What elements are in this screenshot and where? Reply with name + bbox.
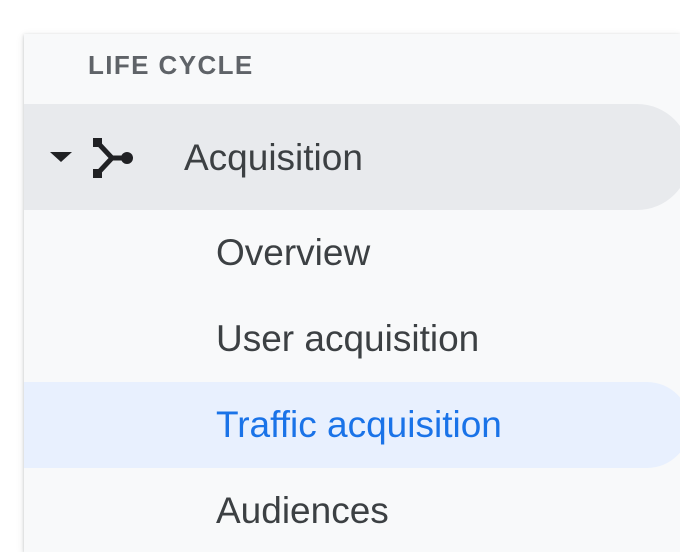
nav-item-label: User acquisition bbox=[216, 318, 480, 359]
nav-item-label: Overview bbox=[216, 232, 371, 273]
screenshot-canvas: LIFE CYCLE Acquisition Overview User acq… bbox=[0, 0, 680, 552]
acquisition-branch-icon bbox=[93, 138, 133, 178]
section-label-life-cycle: LIFE CYCLE bbox=[88, 50, 254, 80]
nav-item-overview[interactable]: Overview bbox=[24, 210, 680, 296]
nav-group-acquisition[interactable]: Acquisition bbox=[24, 104, 680, 210]
nav-item-traffic-acquisition[interactable]: Traffic acquisition bbox=[24, 382, 680, 468]
nav-item-label: Audiences bbox=[216, 490, 389, 531]
nav-item-user-acquisition[interactable]: User acquisition bbox=[24, 296, 680, 382]
nav-item-label: Traffic acquisition bbox=[216, 404, 502, 445]
nav-item-audiences[interactable]: Audiences bbox=[24, 468, 680, 552]
caret-down-icon[interactable] bbox=[50, 152, 72, 162]
nav-group-label: Acquisition bbox=[184, 137, 363, 178]
left-nav-panel: LIFE CYCLE Acquisition Overview User acq… bbox=[24, 34, 680, 552]
